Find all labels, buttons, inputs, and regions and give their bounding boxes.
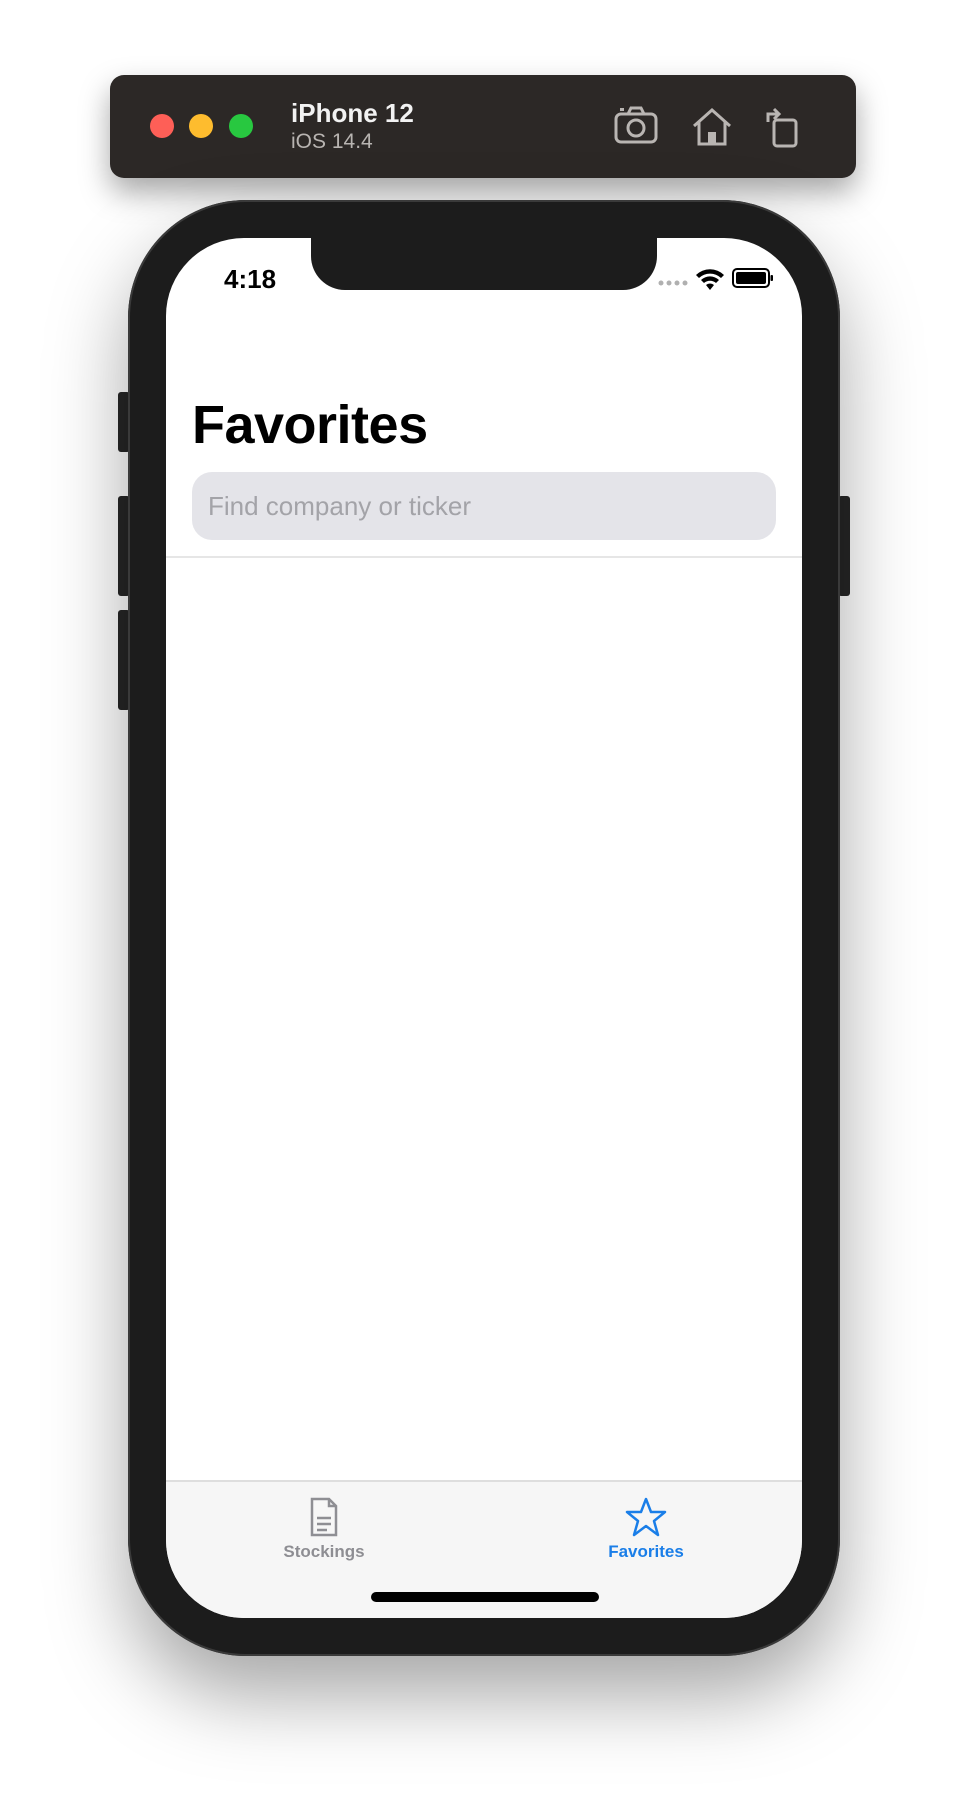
rotate-icon: [766, 107, 798, 148]
star-icon: [625, 1497, 667, 1537]
header-divider: [166, 556, 802, 558]
rotate-button[interactable]: [760, 104, 808, 148]
battery-icon: [732, 268, 773, 288]
close-window-button[interactable]: [150, 114, 174, 138]
device-name: iPhone 12: [291, 98, 414, 128]
home-button[interactable]: [688, 104, 736, 148]
notch: [311, 238, 657, 290]
camera-icon: [614, 106, 658, 144]
minimize-window-button[interactable]: [189, 114, 213, 138]
zoom-window-button[interactable]: [229, 114, 253, 138]
status-time: 4:18: [224, 264, 277, 294]
tab-stockings[interactable]: Stockings: [244, 1496, 404, 1576]
tab-favorites-label: Favorites: [608, 1542, 684, 1561]
wifi-icon: [696, 269, 724, 290]
phone-screen: 4:18 Favorites Stockings: [166, 238, 802, 1618]
signal-icon: [658, 280, 688, 286]
home-indicator: [371, 1592, 599, 1602]
home-icon: [693, 107, 731, 146]
search-input[interactable]: [192, 472, 776, 540]
page-title: Favorites: [192, 395, 428, 455]
simulator-toolbar: [110, 75, 856, 178]
os-version: iOS 14.4: [291, 130, 373, 153]
document-icon: [310, 1497, 338, 1537]
tab-favorites[interactable]: Favorites: [566, 1496, 726, 1576]
screenshot-button[interactable]: [612, 104, 660, 148]
tab-stockings-label: Stockings: [283, 1542, 365, 1561]
